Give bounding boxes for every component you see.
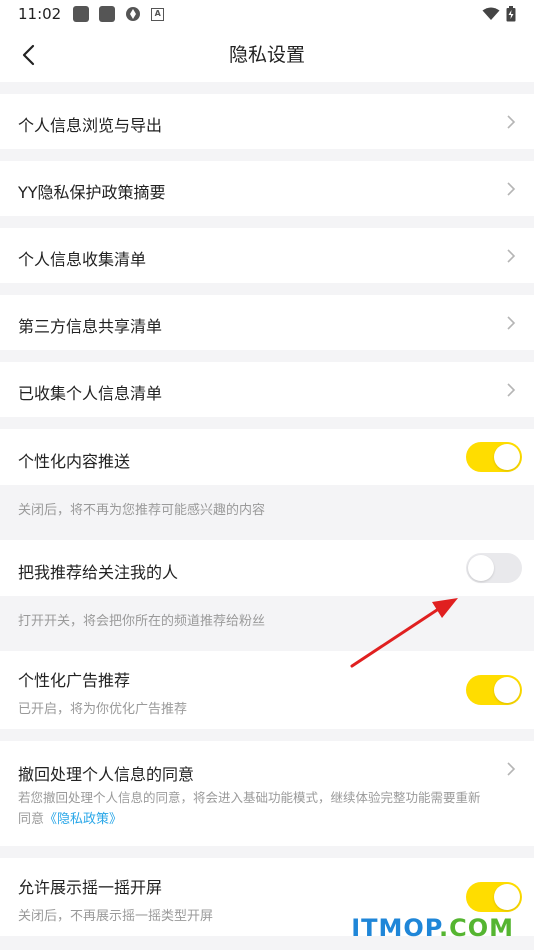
toggle-knob [494,884,520,910]
chevron-right-icon [507,383,516,397]
toggle-knob [494,677,520,703]
status-bar: 11:02 A [0,0,534,28]
setting-label: 把我推荐给关注我的人 [18,563,179,582]
withdraw-consent-prefix: 同意 [18,812,45,827]
setting-recommend-to-followers: 把我推荐给关注我的人 [0,540,534,596]
menu-item-label: 个人信息浏览与导出 [18,116,163,135]
setting-personalized-content: 个性化内容推送 [0,429,534,485]
aperture-icon [126,7,141,21]
setting-withdraw-consent[interactable]: 撤回处理个人信息的同意 若您撤回处理个人信息的同意，将会进入基础功能模式，继续体… [0,741,534,846]
menu-item-label: 已收集个人信息清单 [18,384,163,403]
page-title: 隐私设置 [228,44,305,66]
menu-item-label: YY隐私保护政策摘要 [18,183,166,202]
personalized-content-toggle[interactable] [466,442,522,472]
toggle-knob [468,555,494,581]
battery-icon [506,6,516,22]
setting-personalized-ads: 个性化广告推荐 已开启，将为你优化广告推荐 [0,651,534,729]
setting-note: 关闭后，将不再为您推荐可能感兴趣的内容 [0,485,534,540]
back-button[interactable] [10,37,46,73]
menu-item-third-party-sharing[interactable]: 第三方信息共享清单 [0,295,534,350]
nav-bar: 隐私设置 [0,28,534,82]
chevron-right-icon [507,762,516,776]
menu-item-browse-export[interactable]: 个人信息浏览与导出 [0,94,534,149]
menu-item-policy-summary[interactable]: YY隐私保护政策摘要 [0,161,534,216]
chevron-right-icon [507,182,516,196]
recommend-to-followers-note: 打开开关，将会把你所在的频道推荐给粉丝 [18,614,266,629]
status-time: 11:02 [18,5,62,23]
menu-item-label: 个人信息收集清单 [18,250,147,269]
setting-label: 撤回处理个人信息的同意 [18,765,195,784]
setting-note: 打开开关，将会把你所在的频道推荐给粉丝 [0,596,534,651]
privacy-policy-link[interactable]: 《隐私政策》 [44,812,122,827]
notification-icon [99,6,116,22]
watermark-text: ITMOP [351,914,439,942]
personalized-ads-toggle[interactable] [466,675,522,705]
menu-item-label: 第三方信息共享清单 [18,317,163,336]
menu-item-collection-list[interactable]: 个人信息收集清单 [0,228,534,283]
setting-description: 已开启，将为你优化广告推荐 [18,702,188,717]
toggle-knob [494,444,520,470]
personalized-content-note: 关闭后，将不再为您推荐可能感兴趣的内容 [18,503,266,518]
withdraw-consent-description: 若您撤回处理个人信息的同意，将会进入基础功能模式，继续体验完整功能需要重新 同意… [18,787,516,831]
recommend-to-followers-toggle[interactable] [466,553,522,583]
withdraw-consent-line2: 同意《隐私政策》 [18,809,516,831]
withdraw-consent-text: 若您撤回处理个人信息的同意，将会进入基础功能模式，继续体验完整功能需要重新 [18,790,481,805]
chevron-right-icon [507,249,516,263]
watermark-domain: .COM [438,914,514,942]
setting-description: 关闭后，不再展示摇一摇类型开屏 [18,909,214,924]
setting-label: 允许展示摇一摇开屏 [18,878,163,897]
setting-label: 个性化内容推送 [18,452,131,471]
shake-screen-toggle[interactable] [466,882,522,912]
back-arrow-icon [22,44,35,66]
a-icon: A [151,7,165,21]
chevron-right-icon [507,115,516,129]
notification-icon [73,6,90,22]
chevron-right-icon [507,316,516,330]
menu-item-collected-info[interactable]: 已收集个人信息清单 [0,362,534,417]
watermark-logo: ITMOP.COM [351,914,514,942]
wifi-icon [482,7,500,20]
setting-label: 个性化广告推荐 [18,671,131,690]
